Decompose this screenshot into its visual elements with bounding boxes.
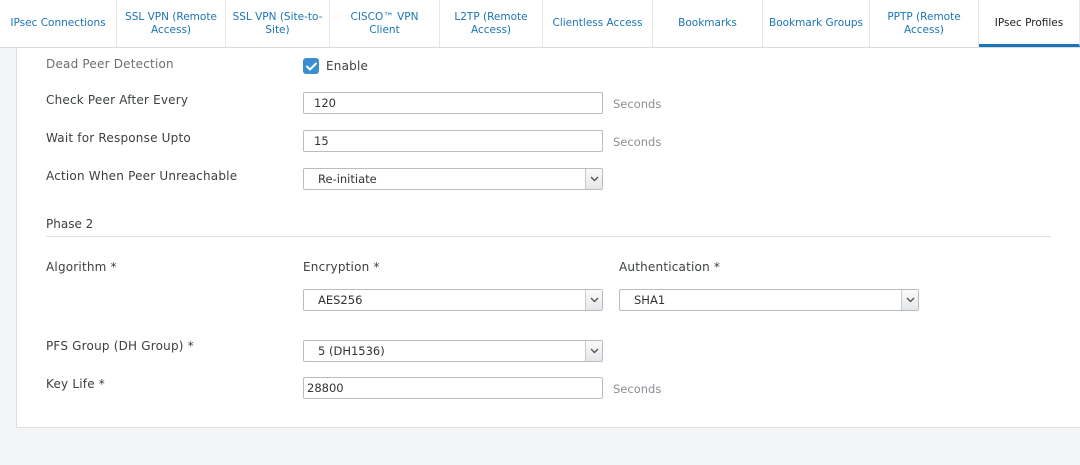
action-unreachable-value: Re-initiate (318, 172, 377, 186)
key-life-input[interactable]: 28800 (303, 377, 603, 399)
chevron-down-icon[interactable] (585, 341, 602, 361)
check-peer-unit: Seconds (613, 97, 662, 111)
key-life-unit: Seconds (613, 382, 662, 396)
action-unreachable-select[interactable]: Re-initiate (303, 168, 603, 190)
dead-peer-detection-label: Dead Peer Detection (46, 57, 174, 71)
chevron-down-icon[interactable] (585, 169, 602, 189)
action-unreachable-label: Action When Peer Unreachable (46, 169, 238, 183)
wait-response-unit: Seconds (613, 135, 662, 149)
dpd-enable-label: Enable (326, 59, 369, 73)
key-life-label: Key Life * (46, 377, 106, 391)
tab-ssl-vpn-remote-access[interactable]: SSL VPN (Remote Access) (117, 0, 226, 47)
encryption-select[interactable]: AES256 (303, 289, 603, 311)
phase2-title: Phase 2 (46, 217, 94, 231)
wait-response-input[interactable]: 15 (303, 130, 603, 152)
algorithm-label: Algorithm * (46, 260, 117, 274)
tab-clientless-access[interactable]: Clientless Access (543, 0, 653, 47)
wait-response-label: Wait for Response Upto (46, 131, 191, 145)
pfs-group-select[interactable]: 5 (DH1536) (303, 340, 603, 362)
tab-ssl-vpn-site-to-site[interactable]: SSL VPN (Site-to-Site) (226, 0, 330, 47)
pfs-group-label: PFS Group (DH Group) * (46, 339, 194, 353)
chevron-down-icon[interactable] (901, 290, 918, 310)
check-peer-label: Check Peer After Every (46, 93, 189, 107)
tab-ipsec-profiles[interactable]: IPsec Profiles (979, 0, 1080, 47)
authentication-label: Authentication * (619, 260, 721, 274)
tab-bookmarks[interactable]: Bookmarks (653, 0, 763, 47)
tab-pptp-remote-access[interactable]: PPTP (Remote Access) (870, 0, 979, 47)
authentication-value: SHA1 (634, 293, 666, 307)
tab-ipsec-connections[interactable]: IPsec Connections (0, 0, 117, 47)
encryption-value: AES256 (318, 293, 363, 307)
check-peer-input[interactable]: 120 (303, 92, 603, 114)
tab-l2tp-remote-access[interactable]: L2TP (Remote Access) (440, 0, 543, 47)
pfs-group-value: 5 (DH1536) (318, 344, 385, 358)
tab-cisco-vpn-client[interactable]: CISCO™ VPN Client (330, 0, 440, 47)
ipsec-profile-form: Dead Peer Detection Enable Check Peer Af… (16, 48, 1080, 428)
encryption-label: Encryption * (303, 260, 380, 274)
phase2-divider (46, 236, 1051, 237)
authentication-select[interactable]: SHA1 (619, 289, 919, 311)
tab-bookmark-groups[interactable]: Bookmark Groups (763, 0, 870, 47)
tab-bar: IPsec Connections SSL VPN (Remote Access… (0, 0, 1080, 48)
check-icon (305, 62, 317, 70)
chevron-down-icon[interactable] (585, 290, 602, 310)
dpd-enable-checkbox[interactable] (303, 58, 319, 74)
